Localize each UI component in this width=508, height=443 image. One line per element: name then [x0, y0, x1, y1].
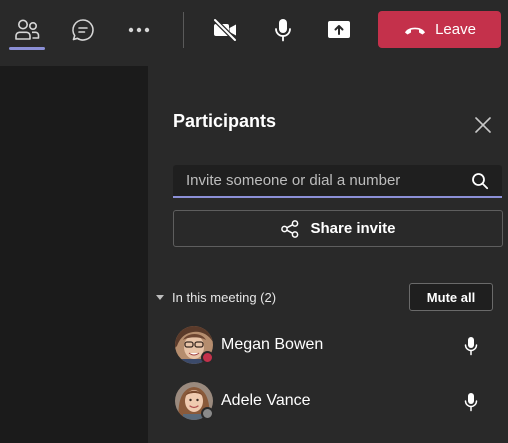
- microphone-icon: [275, 19, 291, 42]
- camera-off-icon: [212, 17, 238, 43]
- avatar: [175, 382, 214, 420]
- phone-hangup-icon: [405, 27, 426, 34]
- camera-toggle-button[interactable]: [207, 12, 243, 48]
- participant-mic-indicator: [461, 335, 481, 357]
- chat-button[interactable]: [65, 12, 101, 48]
- microphone-icon: [464, 393, 478, 412]
- chat-icon: [72, 19, 94, 41]
- status-busy-icon: [201, 351, 214, 364]
- participants-panel: Participants Share invite In this meetin…: [148, 66, 508, 443]
- search-icon: [472, 173, 489, 190]
- share-icon: [281, 219, 299, 238]
- status-offline-icon: [201, 407, 214, 420]
- share-invite-label: Share invite: [310, 220, 396, 237]
- avatar: [175, 326, 214, 364]
- participant-name: Adele Vance: [221, 392, 311, 409]
- mute-all-label: Mute all: [426, 289, 476, 305]
- leave-label: Leave: [435, 21, 476, 38]
- invite-search-input[interactable]: [186, 165, 466, 196]
- participant-item[interactable]: Adele Vance: [173, 382, 493, 422]
- active-tab-indicator: [9, 47, 45, 50]
- in-meeting-section-toggle[interactable]: In this meeting (2): [156, 288, 276, 306]
- microphone-toggle-button[interactable]: [265, 12, 301, 48]
- participant-name: Megan Bowen: [221, 336, 324, 353]
- caret-down-icon: [156, 294, 164, 300]
- share-invite-button[interactable]: Share invite: [173, 210, 503, 247]
- more-icon: [128, 27, 150, 33]
- share-screen-icon: [328, 21, 350, 38]
- search-button[interactable]: [470, 171, 490, 191]
- toolbar-divider: [183, 12, 184, 48]
- leave-button[interactable]: Leave: [378, 11, 501, 48]
- share-screen-button[interactable]: [321, 12, 357, 48]
- close-icon: [475, 117, 491, 133]
- mute-all-button[interactable]: Mute all: [409, 283, 493, 311]
- more-options-button[interactable]: [121, 12, 157, 48]
- meeting-stage: [0, 66, 148, 443]
- section-label: In this meeting (2): [172, 289, 277, 305]
- people-button[interactable]: [9, 12, 45, 48]
- participant-item[interactable]: Megan Bowen: [173, 326, 493, 366]
- invite-search-box: [173, 165, 502, 198]
- close-panel-button[interactable]: [470, 112, 496, 138]
- participant-mic-indicator: [461, 391, 481, 413]
- microphone-icon: [464, 337, 478, 356]
- panel-title: Participants: [173, 111, 277, 131]
- meeting-toolbar: Leave: [0, 0, 508, 66]
- people-icon: [15, 19, 40, 40]
